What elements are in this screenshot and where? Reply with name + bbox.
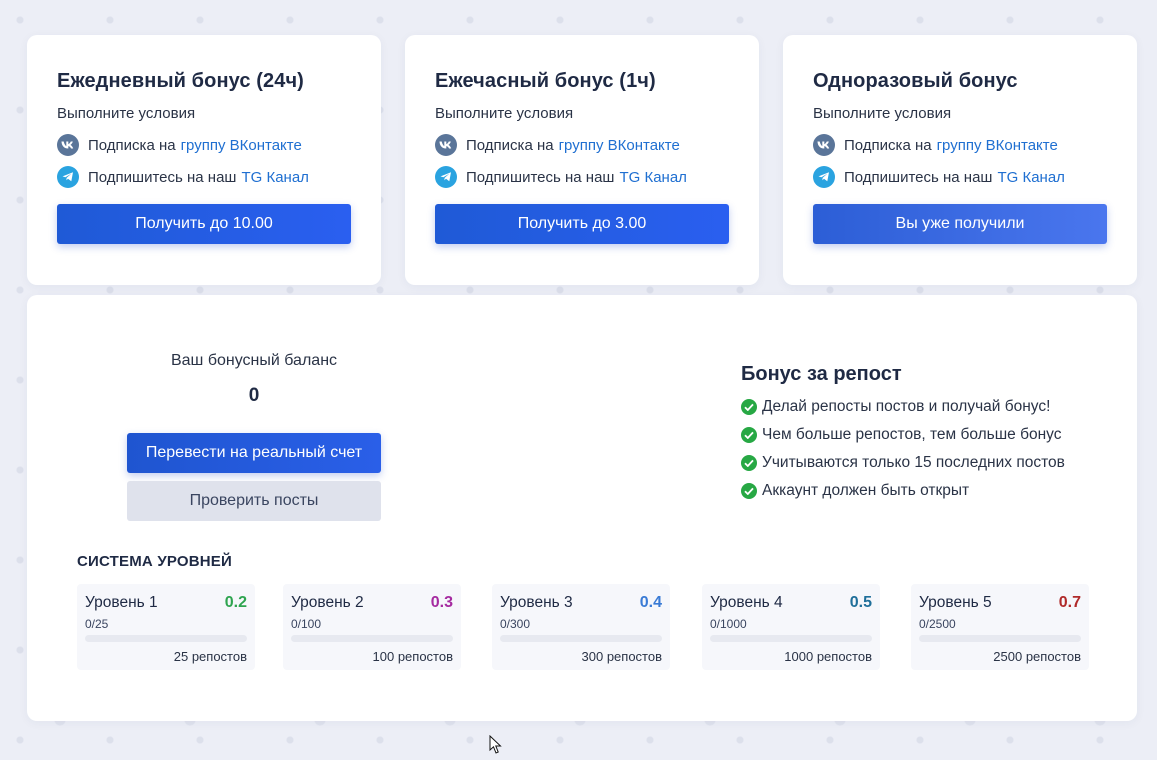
level-name: Уровень 1 bbox=[85, 594, 158, 611]
repost-rule-text: Чем больше репостов, тем больше бонус bbox=[762, 425, 1062, 443]
check-posts-button[interactable]: Проверить посты bbox=[127, 481, 381, 521]
telegram-icon bbox=[435, 166, 457, 188]
bonus-title: Одноразовый бонус bbox=[813, 70, 1018, 92]
vk-condition: Подписка на группу ВКонтакте bbox=[435, 134, 729, 156]
tg-channel-link[interactable]: TG Канал bbox=[241, 169, 308, 186]
bonus-balance-label: Ваш бонусный баланс bbox=[170, 352, 338, 369]
daily-bonus-card: Ежедневный бонус (24ч) Выполните условия… bbox=[27, 35, 381, 285]
level-name: Уровень 2 bbox=[291, 594, 364, 611]
bonus-subtitle: Выполните условия bbox=[57, 105, 196, 122]
vk-group-link[interactable]: группу ВКонтакте bbox=[559, 137, 680, 154]
repost-info: Бонус за репост Делай репосты постов и п… bbox=[741, 363, 1065, 500]
already-received-button[interactable]: Вы уже получили bbox=[813, 204, 1107, 244]
level-requirement: 100 репостов bbox=[372, 649, 453, 664]
repost-rule: Учитываются только 15 последних постов bbox=[741, 453, 1065, 472]
level-progress-bar bbox=[710, 635, 872, 642]
repost-rule-text: Учитываются только 15 последних постов bbox=[762, 453, 1065, 471]
tg-condition-text: Подпишитесь на наш bbox=[466, 168, 615, 186]
level-name: Уровень 5 bbox=[919, 594, 992, 611]
repost-rule: Аккаунт должен быть открыт bbox=[741, 481, 1065, 500]
level-rate: 0.4 bbox=[639, 594, 662, 611]
telegram-icon bbox=[813, 166, 835, 188]
repost-rule-text: Делай репосты постов и получай бонус! bbox=[762, 397, 1051, 415]
telegram-icon bbox=[57, 166, 79, 188]
level-rate: 0.3 bbox=[430, 594, 453, 611]
level-name: Уровень 3 bbox=[500, 594, 573, 611]
repost-rule: Чем больше репостов, тем больше бонус bbox=[741, 425, 1065, 444]
levels-title: СИСТЕМА УРОВНЕЙ bbox=[77, 553, 232, 570]
level-progress-text: 0/2500 bbox=[919, 617, 956, 631]
repost-rule: Делай репосты постов и получай бонус! bbox=[741, 397, 1065, 416]
vk-condition-text: Подписка на bbox=[88, 136, 176, 154]
vk-condition-text: Подписка на bbox=[466, 136, 554, 154]
level-rate: 0.7 bbox=[1058, 594, 1081, 611]
level-card: Уровень 3 0.4 0/300 300 репостов bbox=[492, 584, 670, 670]
level-requirement: 2500 репостов bbox=[993, 649, 1081, 664]
vk-group-link[interactable]: группу ВКонтакте bbox=[937, 137, 1058, 154]
get-hourly-bonus-button[interactable]: Получить до 3.00 bbox=[435, 204, 729, 244]
level-rate: 0.2 bbox=[224, 594, 247, 611]
level-requirement: 1000 репостов bbox=[784, 649, 872, 664]
vk-icon bbox=[435, 134, 457, 156]
vk-group-link[interactable]: группу ВКонтакте bbox=[181, 137, 302, 154]
level-card: Уровень 5 0.7 0/2500 2500 репостов bbox=[911, 584, 1089, 670]
level-card: Уровень 1 0.2 0/25 25 репостов bbox=[77, 584, 255, 670]
level-progress-bar bbox=[919, 635, 1081, 642]
bonus-title: Ежедневный бонус (24ч) bbox=[57, 70, 304, 92]
vk-icon bbox=[57, 134, 79, 156]
level-requirement: 300 репостов bbox=[581, 649, 662, 664]
bonus-title: Ежечасный бонус (1ч) bbox=[435, 70, 656, 92]
level-card: Уровень 4 0.5 0/1000 1000 репостов bbox=[702, 584, 880, 670]
tg-condition: Подпишитесь на наш TG Канал bbox=[435, 166, 729, 188]
check-circle-icon bbox=[741, 398, 757, 415]
level-name: Уровень 4 bbox=[710, 594, 783, 611]
level-progress-bar bbox=[500, 635, 662, 642]
level-progress-text: 0/1000 bbox=[710, 617, 747, 631]
level-progress-bar bbox=[85, 635, 247, 642]
vk-condition: Подписка на группу ВКонтакте bbox=[57, 134, 351, 156]
hourly-bonus-card: Ежечасный бонус (1ч) Выполните условия П… bbox=[405, 35, 759, 285]
repost-bonus-panel: Ваш бонусный баланс 0 Перевести на реаль… bbox=[27, 295, 1137, 721]
onetime-bonus-card: Одноразовый бонус Выполните условия Подп… bbox=[783, 35, 1137, 285]
tg-condition: Подпишитесь на наш TG Канал bbox=[57, 166, 351, 188]
vk-icon bbox=[813, 134, 835, 156]
level-requirement: 25 репостов bbox=[173, 649, 247, 664]
tg-condition: Подпишитесь на наш TG Канал bbox=[813, 166, 1107, 188]
vk-condition: Подписка на группу ВКонтакте bbox=[813, 134, 1107, 156]
bonus-subtitle: Выполните условия bbox=[435, 105, 574, 122]
level-progress-text: 0/300 bbox=[500, 617, 531, 631]
level-card: Уровень 2 0.3 0/100 100 репостов bbox=[283, 584, 461, 670]
tg-condition-text: Подпишитесь на наш bbox=[844, 168, 993, 186]
bonus-subtitle: Выполните условия bbox=[813, 105, 952, 122]
repost-title: Бонус за репост bbox=[741, 363, 902, 385]
tg-condition-text: Подпишитесь на наш bbox=[88, 168, 237, 186]
vk-condition-text: Подписка на bbox=[844, 136, 932, 154]
bonus-balance-value: 0 bbox=[248, 385, 260, 406]
get-daily-bonus-button[interactable]: Получить до 10.00 bbox=[57, 204, 351, 244]
tg-channel-link[interactable]: TG Канал bbox=[619, 169, 686, 186]
check-circle-icon bbox=[741, 426, 757, 443]
check-circle-icon bbox=[741, 454, 757, 471]
level-progress-text: 0/100 bbox=[291, 617, 322, 631]
transfer-to-real-button[interactable]: Перевести на реальный счет bbox=[127, 433, 381, 473]
check-circle-icon bbox=[741, 482, 757, 499]
repost-rule-text: Аккаунт должен быть открыт bbox=[762, 481, 970, 499]
level-rate: 0.5 bbox=[849, 594, 872, 611]
tg-channel-link[interactable]: TG Канал bbox=[997, 169, 1064, 186]
mouse-cursor-icon bbox=[489, 735, 502, 754]
level-progress-bar bbox=[291, 635, 453, 642]
level-progress-text: 0/25 bbox=[85, 617, 109, 631]
